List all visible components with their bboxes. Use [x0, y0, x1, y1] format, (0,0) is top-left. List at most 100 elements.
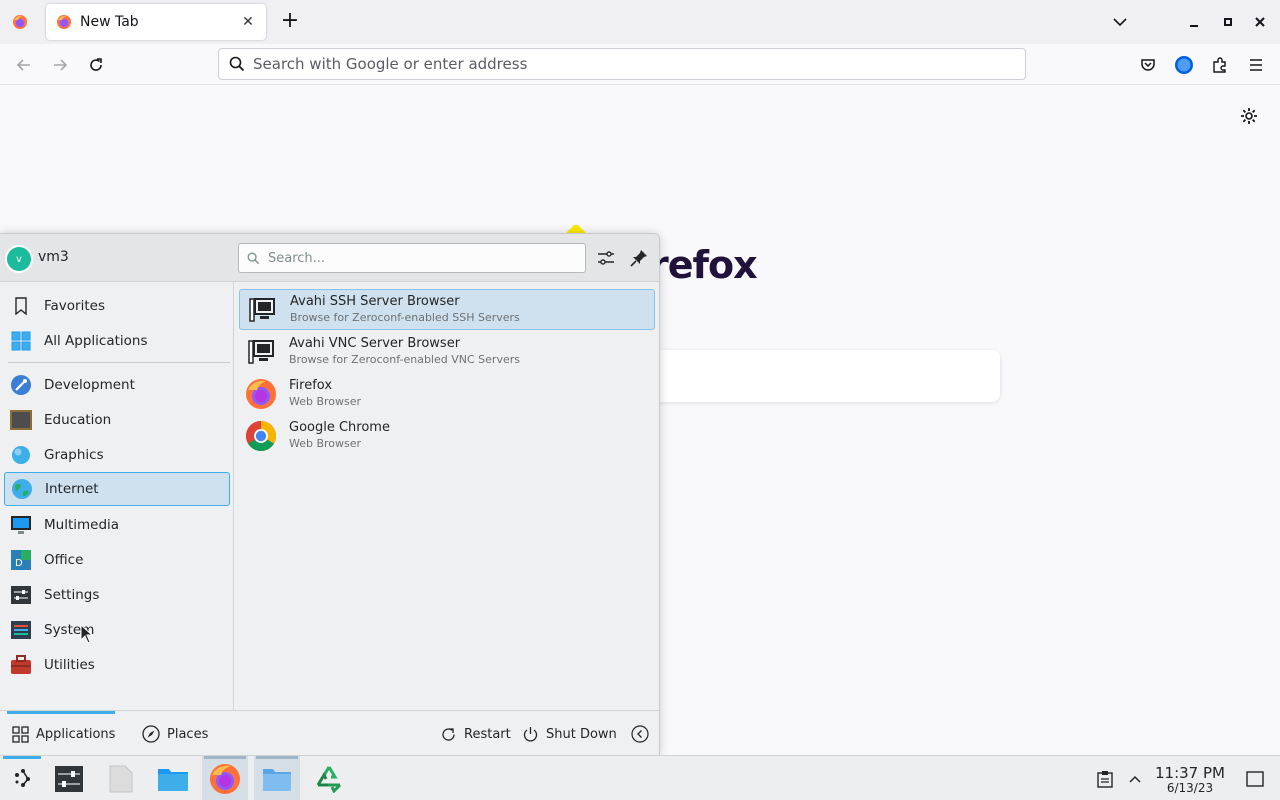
navigation-toolbar [0, 44, 1280, 85]
restart-icon [442, 727, 455, 741]
network-computer-icon [246, 294, 278, 326]
gear-icon[interactable] [1238, 105, 1260, 127]
office-icon: D [10, 549, 32, 571]
taskbar: 11:37 PM 6/13/23 [0, 755, 1280, 800]
bookmark-icon [10, 295, 32, 317]
app-avahi-vnc[interactable]: Avahi VNC Server Browser Browse for Zeroc… [239, 331, 655, 372]
category-label: All Applications [44, 333, 148, 349]
tab-title: New Tab [80, 14, 139, 30]
shutdown-button[interactable]: Shut Down [522, 723, 617, 745]
category-label: Favorites [44, 298, 105, 314]
app-avahi-ssh[interactable]: Avahi SSH Server Browser Browse for Zeroc… [239, 289, 655, 330]
app-description: Browse for Zeroconf-enabled SSH Servers [290, 311, 520, 324]
close-window-icon[interactable] [1250, 12, 1270, 32]
applications-grid-icon [12, 725, 29, 743]
hamburger-menu-icon[interactable] [1244, 53, 1268, 77]
app-description: Browse for Zeroconf-enabled VNC Servers [289, 353, 520, 366]
configure-sliders-icon[interactable] [595, 247, 617, 269]
mouse-cursor-icon [80, 623, 94, 648]
launcher-search-input[interactable] [268, 250, 568, 266]
app-google-chrome[interactable]: Google Chrome Web Browser [239, 415, 655, 456]
firefox-wordmark: refox [650, 243, 758, 287]
app-firefox[interactable]: Firefox Web Browser [239, 373, 655, 414]
account-icon[interactable] [1172, 53, 1196, 77]
forward-arrow-icon[interactable] [48, 53, 72, 77]
back-arrow-icon[interactable] [12, 53, 36, 77]
tab-applications[interactable]: Applications [12, 723, 115, 745]
launcher-footer: Applications Places Restart Shut Down [0, 710, 659, 756]
globe-icon [11, 478, 33, 500]
avatar[interactable]: v [5, 245, 33, 273]
firefox-view-icon[interactable] [8, 10, 32, 34]
maximize-window-icon[interactable] [1218, 12, 1238, 32]
network-computer-icon [245, 336, 277, 368]
tab-bar: New Tab ✕ + [0, 0, 1280, 44]
category-system[interactable]: System [4, 613, 230, 647]
search-icon [247, 252, 260, 264]
restart-button[interactable]: Restart [440, 723, 511, 745]
text-file-taskbar-icon[interactable] [98, 756, 144, 800]
clock-time: 11:37 PM [1155, 764, 1225, 782]
firefox-taskbar-icon[interactable] [202, 756, 248, 800]
file-manager-taskbar-icon[interactable] [254, 756, 300, 800]
category-favorites[interactable]: Favorites [4, 289, 230, 323]
grid-apps-icon [10, 330, 32, 352]
firefox-icon [245, 378, 277, 410]
new-tab-button[interactable]: + [278, 10, 302, 34]
category-office[interactable]: D Office [4, 543, 230, 577]
app-name: Avahi VNC Server Browser [289, 336, 461, 351]
launcher-search-field[interactable] [238, 243, 586, 273]
list-all-tabs-chevron-icon[interactable] [1110, 12, 1130, 32]
tab-applications-label: Applications [36, 726, 116, 742]
application-launcher: v vm3 Favorites All Applications Develop… [0, 233, 660, 755]
chevron-left-circle-icon [631, 725, 649, 743]
address-bar[interactable] [218, 48, 1026, 80]
user-name: vm3 [38, 249, 69, 265]
clock[interactable]: 11:37 PM 6/13/23 [1150, 765, 1230, 795]
category-multimedia[interactable]: Multimedia [4, 508, 230, 542]
restart-label: Restart [464, 726, 511, 742]
category-label: Internet [45, 481, 99, 497]
tab-places[interactable]: Places [142, 723, 208, 745]
minimize-window-icon[interactable] [1184, 12, 1204, 32]
category-utilities[interactable]: Utilities [4, 648, 230, 682]
app-name: Firefox [289, 378, 333, 393]
category-label: Education [44, 412, 112, 428]
utilities-icon [10, 654, 32, 676]
category-development[interactable]: Development [4, 368, 230, 402]
launcher-header: v vm3 [0, 234, 659, 282]
category-all-applications[interactable]: All Applications [4, 324, 230, 358]
compass-icon [142, 725, 160, 743]
avatar-initial: v [16, 253, 22, 265]
folder-taskbar-icon[interactable] [150, 756, 196, 800]
address-input[interactable] [253, 55, 993, 73]
settings-icon [10, 584, 32, 606]
show-desktop-icon[interactable] [1232, 756, 1278, 800]
clock-date: 6/13/23 [1166, 781, 1214, 795]
divider [8, 362, 230, 363]
extensions-puzzle-icon[interactable] [1208, 53, 1232, 77]
trash-recycle-taskbar-icon[interactable] [306, 756, 352, 800]
firefox-tab-icon [57, 15, 71, 29]
category-label: Office [44, 552, 84, 568]
graphics-icon [10, 444, 32, 466]
pocket-icon[interactable] [1136, 53, 1160, 77]
close-tab-icon[interactable]: ✕ [240, 14, 256, 30]
kde-launcher-icon[interactable] [0, 756, 46, 800]
shutdown-label: Shut Down [546, 726, 617, 742]
category-settings[interactable]: Settings [4, 578, 230, 612]
system-settings-taskbar-icon[interactable] [46, 756, 92, 800]
category-label: Multimedia [44, 517, 120, 533]
pin-icon[interactable] [628, 247, 650, 269]
tab-new-tab[interactable]: New Tab ✕ [46, 4, 266, 40]
app-description: Web Browser [289, 437, 362, 450]
category-graphics[interactable]: Graphics [4, 438, 230, 472]
category-internet[interactable]: Internet [4, 472, 230, 506]
tab-places-label: Places [167, 726, 209, 742]
category-label: Graphics [44, 447, 104, 463]
category-label: Development [44, 377, 135, 393]
more-options-button[interactable] [631, 723, 656, 745]
app-description: Web Browser [289, 395, 362, 408]
category-education[interactable]: Education [4, 403, 230, 437]
reload-icon[interactable] [84, 53, 108, 77]
